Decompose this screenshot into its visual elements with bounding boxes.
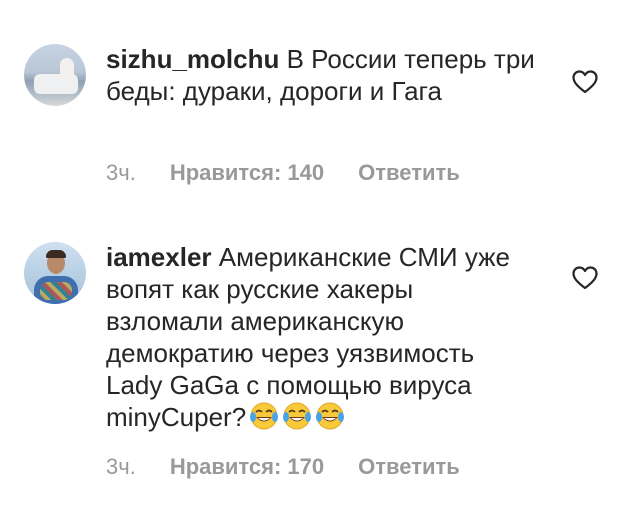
comment-text: sizhu_molchu В России теперь три беды: д… [106,43,536,107]
avatar[interactable] [24,242,86,304]
reply-button[interactable]: Ответить [358,160,460,186]
face-with-tears-of-joy-icon [250,402,279,430]
heart-icon[interactable] [572,70,598,94]
timestamp: 3ч. [106,454,136,479]
comment-meta: 3ч. Нравится: 170 Ответить [106,454,494,480]
likes-count[interactable]: Нравится: 140 [170,160,324,186]
likes-count[interactable]: Нравится: 170 [170,454,324,480]
timestamp: 3ч. [106,160,136,185]
reply-button[interactable]: Ответить [358,454,460,480]
face-with-tears-of-joy-icon [316,402,345,430]
comment-meta: 3ч. Нравится: 140 Ответить [106,160,494,186]
username[interactable]: iamexler [106,242,212,272]
emoji-group [246,402,345,432]
username[interactable]: sizhu_molchu [106,44,279,74]
avatar[interactable] [24,44,86,106]
comment-text: iamexler Американские СМИ уже вопят как … [106,241,536,433]
face-with-tears-of-joy-icon [283,402,312,430]
heart-icon[interactable] [572,266,598,290]
